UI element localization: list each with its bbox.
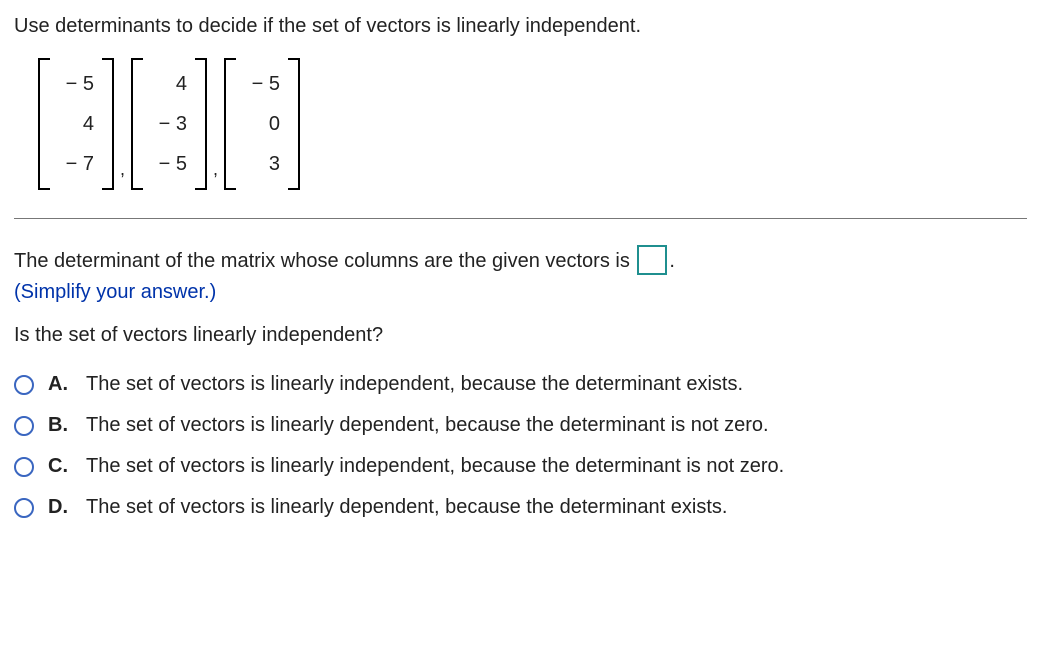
option-label: D. (48, 496, 72, 519)
divider (14, 218, 1027, 219)
vector-1: − 5 4 − 7 (38, 58, 114, 190)
sub-question: Is the set of vectors linearly independe… (14, 324, 1027, 347)
vector-cell: − 7 (58, 144, 94, 184)
option-c[interactable]: C. The set of vectors is linearly indepe… (14, 455, 1027, 478)
radio-icon[interactable] (14, 457, 34, 477)
question-text: Use determinants to decide if the set of… (14, 12, 1027, 40)
vector-cell: − 5 (244, 64, 280, 104)
vector-cell: 0 (244, 104, 280, 144)
bracket-right (288, 58, 300, 190)
separator: , (118, 159, 127, 190)
prompt-text-after: . (669, 250, 675, 272)
bracket-right (195, 58, 207, 190)
option-d[interactable]: D. The set of vectors is linearly depend… (14, 496, 1027, 519)
option-label: B. (48, 414, 72, 437)
option-a[interactable]: A. The set of vectors is linearly indepe… (14, 373, 1027, 396)
separator: , (211, 159, 220, 190)
bracket-left (131, 58, 143, 190)
option-text: The set of vectors is linearly dependent… (86, 414, 1027, 437)
vector-cell: 4 (58, 104, 94, 144)
radio-icon[interactable] (14, 416, 34, 436)
vector-cell: 3 (244, 144, 280, 184)
option-label: C. (48, 455, 72, 478)
vector-display: − 5 4 − 7 , 4 − 3 − 5 , − 5 0 3 (38, 58, 1027, 190)
option-label: A. (48, 373, 72, 396)
bracket-left (224, 58, 236, 190)
prompt-text-before: The determinant of the matrix whose colu… (14, 250, 635, 272)
determinant-input[interactable] (637, 245, 667, 275)
radio-icon[interactable] (14, 498, 34, 518)
option-text: The set of vectors is linearly independe… (86, 455, 1027, 478)
vector-cell: − 5 (58, 64, 94, 104)
vector-cell: − 5 (151, 144, 187, 184)
vector-2: 4 − 3 − 5 (131, 58, 207, 190)
radio-icon[interactable] (14, 375, 34, 395)
vector-cell: − 3 (151, 104, 187, 144)
vector-3: − 5 0 3 (224, 58, 300, 190)
vector-cell: 4 (151, 64, 187, 104)
bracket-left (38, 58, 50, 190)
options-group: A. The set of vectors is linearly indepe… (14, 373, 1027, 519)
determinant-prompt: The determinant of the matrix whose colu… (14, 245, 1027, 277)
option-text: The set of vectors is linearly independe… (86, 373, 1027, 396)
bracket-right (102, 58, 114, 190)
option-b[interactable]: B. The set of vectors is linearly depend… (14, 414, 1027, 437)
hint-text: (Simplify your answer.) (14, 281, 1027, 304)
option-text: The set of vectors is linearly dependent… (86, 496, 1027, 519)
